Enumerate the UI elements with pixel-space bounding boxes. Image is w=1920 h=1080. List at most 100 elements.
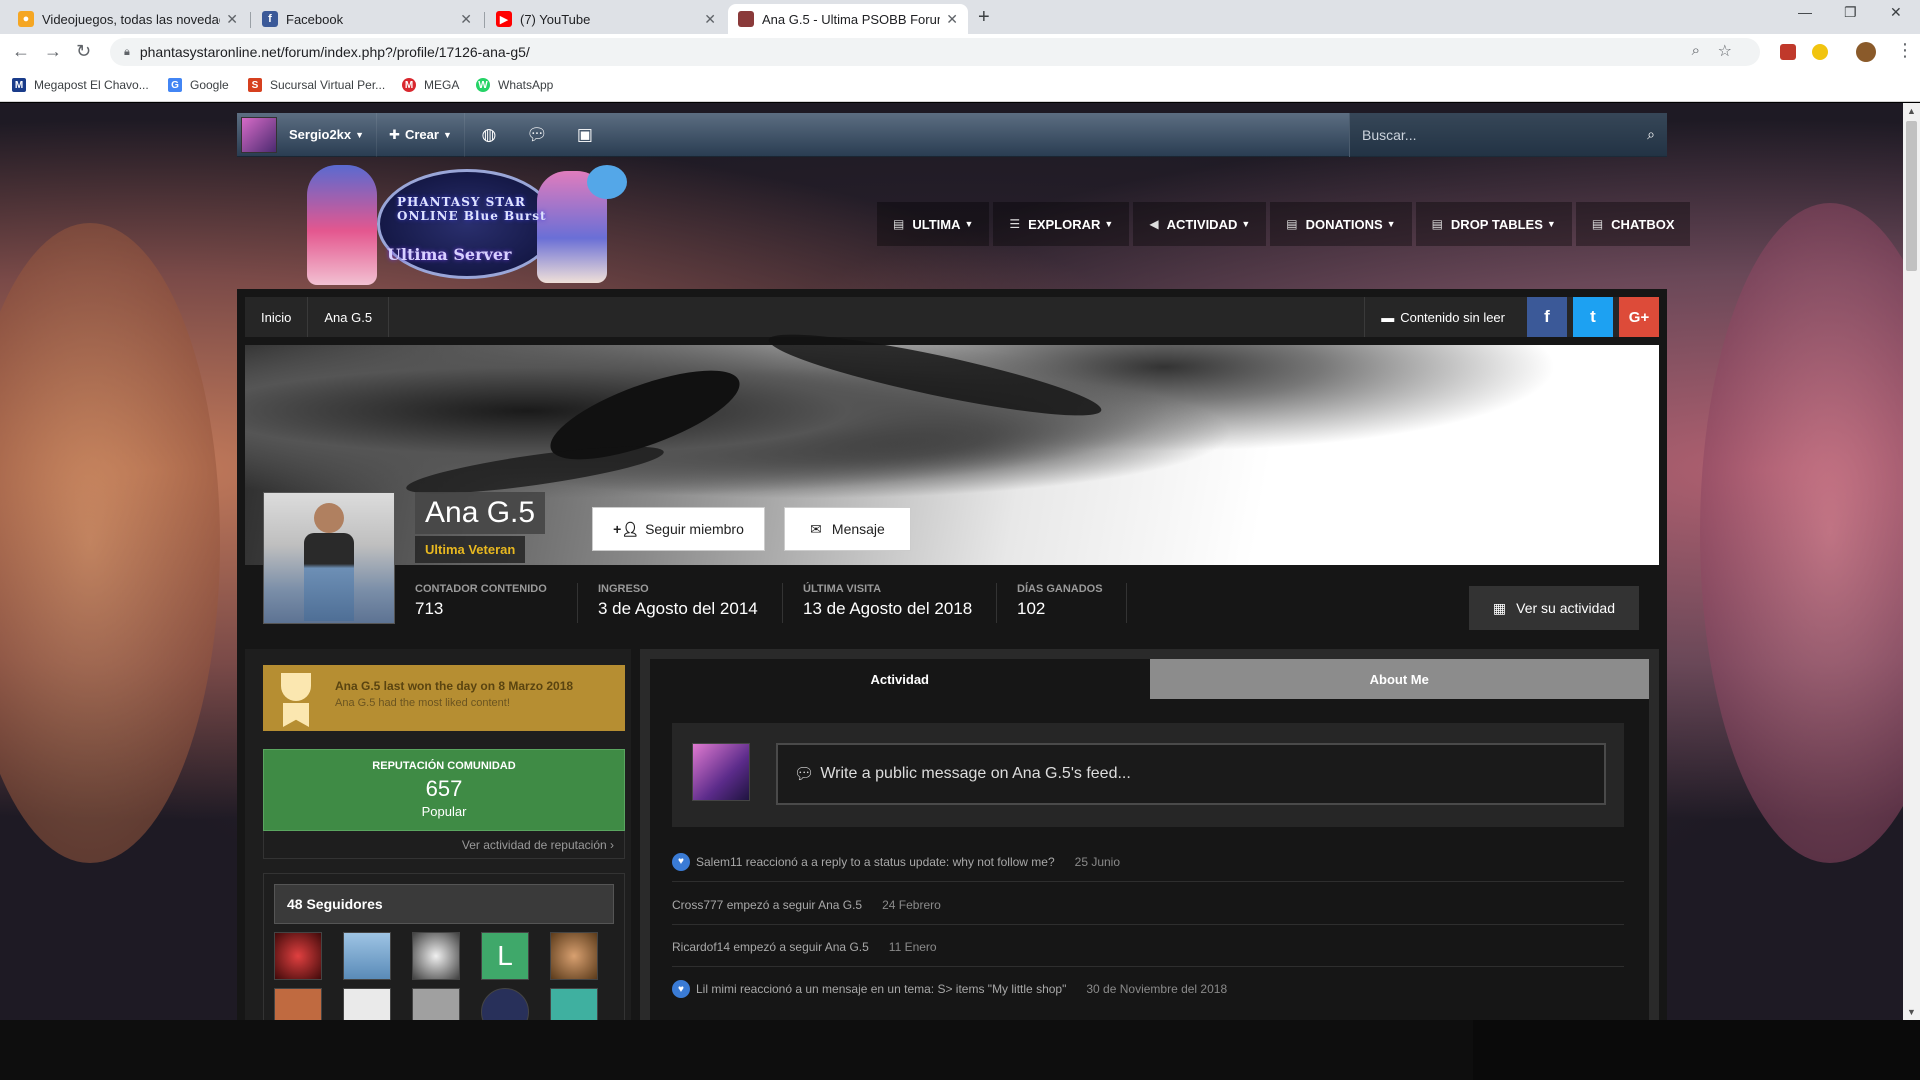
followers-header[interactable]: 48 Seguidores [274, 884, 614, 924]
caret-down-icon: ▼ [355, 129, 365, 140]
nav-donations[interactable]: ▤ DONATIONS ▼ [1270, 202, 1412, 246]
current-user-avatar[interactable] [692, 743, 750, 801]
follower-avatar[interactable] [412, 932, 460, 980]
new-tab-button[interactable]: + [978, 6, 990, 29]
breadcrumb-current[interactable]: Ana G.5 [308, 297, 390, 337]
follower-avatar[interactable] [343, 932, 391, 980]
message-button[interactable]: ✉ Mensaje [784, 507, 911, 551]
lock-icon: 🔒︎ [124, 45, 130, 58]
follower-avatar[interactable] [481, 988, 529, 1020]
forward-arrow-icon[interactable]: → [44, 41, 62, 62]
browser-tab-strip: ● Videojuegos, todas las novedades ✕ f F… [0, 0, 1920, 34]
view-activity-label: Ver su actividad [1516, 600, 1615, 616]
bookmark-sucursal[interactable]: S Sucursal Virtual Per... [248, 78, 385, 92]
minimize-icon[interactable]: — [1798, 4, 1812, 20]
follower-avatar[interactable] [274, 932, 322, 980]
bookmark-whatsapp[interactable]: W WhatsApp [476, 78, 553, 92]
stat-value: 102 [1017, 599, 1046, 618]
add-user-icon: +👤︎ [613, 520, 640, 537]
reputation-box: REPUTACIÓN COMUNIDAD 657 Popular [263, 749, 625, 831]
unread-content-button[interactable]: ▬ Contenido sin leer [1364, 297, 1521, 337]
follower-avatar[interactable] [412, 988, 460, 1020]
address-bar[interactable]: 🔒︎ phantasystaronline.net/forum/index.ph… [110, 38, 1760, 66]
youtube-favicon-icon: ▶ [496, 11, 512, 27]
profile-avatar[interactable] [263, 492, 395, 624]
main-navigation: ▤ ULTIMA ▼ ☰ EXPLORAR ▼ ◀ ACTIVIDAD ▼ ▤ DONATIO… [873, 202, 1691, 246]
bookmark-megapost[interactable]: M Megapost El Chavo... [12, 78, 149, 92]
back-arrow-icon[interactable]: ← [12, 41, 30, 62]
zoom-icon[interactable]: ⌕ [1692, 42, 1700, 59]
browser-tab-youtube[interactable]: ▶ (7) YouTube ✕ [486, 4, 726, 34]
menu-kebab-icon[interactable]: ⋮ [1896, 40, 1914, 61]
browser-tab-facebook[interactable]: f Facebook ✕ [252, 4, 482, 34]
nav-ultima[interactable]: ▤ ULTIMA ▼ [877, 202, 990, 246]
tab-about-me[interactable]: About Me [1149, 659, 1649, 699]
feed-item[interactable]: ♥ Salem11 reaccionó a a reply to a statu… [672, 842, 1624, 882]
site-search-input[interactable]: Buscar... ⌕ [1349, 113, 1667, 157]
user-avatar[interactable] [241, 116, 277, 153]
feed-item[interactable]: Ricardof14 empezó a seguir Ana G.5 11 En… [672, 927, 1624, 967]
scrollbar-thumb[interactable] [1906, 121, 1917, 271]
close-icon[interactable]: ✕ [946, 11, 958, 28]
close-icon[interactable]: ✕ [226, 11, 238, 28]
share-facebook-button[interactable]: f [1527, 297, 1567, 337]
browser-tab-psobb[interactable]: Ana G.5 - Ultima PSOBB Forum ✕ [728, 4, 968, 34]
speech-bubble-icon: 💬︎ [794, 766, 815, 783]
tab-activity[interactable]: Actividad [650, 659, 1150, 699]
close-icon[interactable]: ✕ [704, 11, 716, 28]
nav-explorar[interactable]: ☰ EXPLORAR ▼ [993, 202, 1130, 246]
restore-icon[interactable]: ❐ [1844, 4, 1857, 21]
list-icon: ☰ [1009, 217, 1021, 231]
create-menu[interactable]: ✚ Crear ▼ [377, 112, 465, 157]
bookmark-mega[interactable]: M MEGA [402, 78, 459, 92]
share-twitter-button[interactable]: t [1573, 297, 1613, 337]
status-composer: 💬︎ Write a public message on Ana G.5's f… [672, 723, 1624, 827]
site-user-bar: Sergio2kx ▼ ✚ Crear ▼ ◍ 💬︎ ▣ Buscar... ⌕ [237, 112, 1667, 157]
follower-avatar[interactable]: L [481, 932, 529, 980]
unread-label: Contenido sin leer [1400, 309, 1505, 325]
extension-pdf-icon[interactable] [1780, 44, 1796, 60]
reputation-activity-link[interactable]: Ver actividad de reputación › [263, 831, 625, 859]
logo-character-left [307, 165, 377, 285]
follower-avatar[interactable] [550, 988, 598, 1020]
site-logo[interactable]: PHANTASY STAR ONLINE Blue Burst Ultima S… [287, 161, 637, 289]
bookmark-label: WhatsApp [498, 78, 554, 92]
profile-rank: Ultima Veteran [415, 536, 526, 563]
close-window-icon[interactable]: ✕ [1890, 4, 1902, 21]
browser-tab-videojuegos[interactable]: ● Videojuegos, todas las novedades ✕ [8, 4, 248, 34]
chat-bubbles-icon[interactable]: 💬︎ [513, 113, 561, 157]
image-icon[interactable]: ▣ [561, 113, 609, 157]
tab-title: Videojuegos, todas las novedades [42, 11, 221, 27]
page-scrollbar[interactable]: ▲ ▼ [1903, 103, 1920, 1020]
nav-actividad[interactable]: ◀ ACTIVIDAD ▼ [1133, 202, 1267, 246]
nav-chatbox[interactable]: ▤ CHATBOX [1575, 202, 1691, 246]
document-icon: ▤ [1591, 217, 1604, 231]
user-menu[interactable]: Sergio2kx ▼ [277, 112, 378, 157]
feed-item[interactable]: Cross777 empezó a seguir Ana G.5 24 Febr… [672, 885, 1624, 925]
scroll-up-icon[interactable]: ▲ [1907, 106, 1916, 116]
profile-avatar-icon[interactable] [1856, 42, 1876, 62]
follower-avatar[interactable] [550, 932, 598, 980]
bookmark-google[interactable]: G Google [168, 78, 229, 92]
caret-down-icon: ▼ [1386, 219, 1396, 229]
share-googleplus-button[interactable]: G+ [1619, 297, 1659, 337]
background-art-right [1700, 203, 1920, 863]
scroll-down-icon[interactable]: ▼ [1907, 1007, 1916, 1017]
nav-drop-tables[interactable]: ▤ DROP TABLES ▼ [1415, 202, 1572, 246]
breadcrumb-home[interactable]: Inicio [245, 297, 309, 337]
search-icon[interactable]: ⌕ [1647, 126, 1655, 143]
reload-icon[interactable]: ↻ [76, 41, 91, 62]
status-message-input[interactable]: 💬︎ Write a public message on Ana G.5's f… [776, 743, 1606, 805]
follow-member-button[interactable]: +👤︎ Seguir miembro [592, 507, 765, 551]
globe-icon[interactable]: ◍ [465, 113, 513, 157]
follower-avatar[interactable] [343, 988, 391, 1020]
close-icon[interactable]: ✕ [460, 11, 472, 28]
follower-avatar[interactable] [274, 988, 322, 1020]
day-winner-subtitle: Ana G.5 had the most liked content! [335, 697, 510, 709]
view-activity-button[interactable]: ▦ Ver su actividad [1468, 586, 1639, 630]
feed-text: Ricardof14 empezó a seguir Ana G.5 [672, 939, 869, 954]
bookmark-star-icon[interactable]: ☆ [1718, 41, 1732, 61]
feed-item[interactable]: ♥ Lil mimi reaccionó a un mensaje en un … [672, 969, 1624, 1009]
stat-label: INGRESO [598, 583, 649, 595]
extension-icon[interactable] [1812, 44, 1828, 60]
